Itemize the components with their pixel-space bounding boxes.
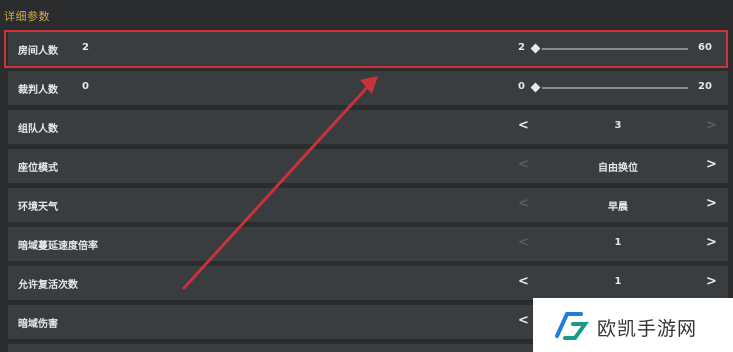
ok-logo-icon [555,312,589,340]
watermark: 欧凯手游网 [533,298,733,352]
watermark-text: 欧凯手游网 [597,318,698,340]
